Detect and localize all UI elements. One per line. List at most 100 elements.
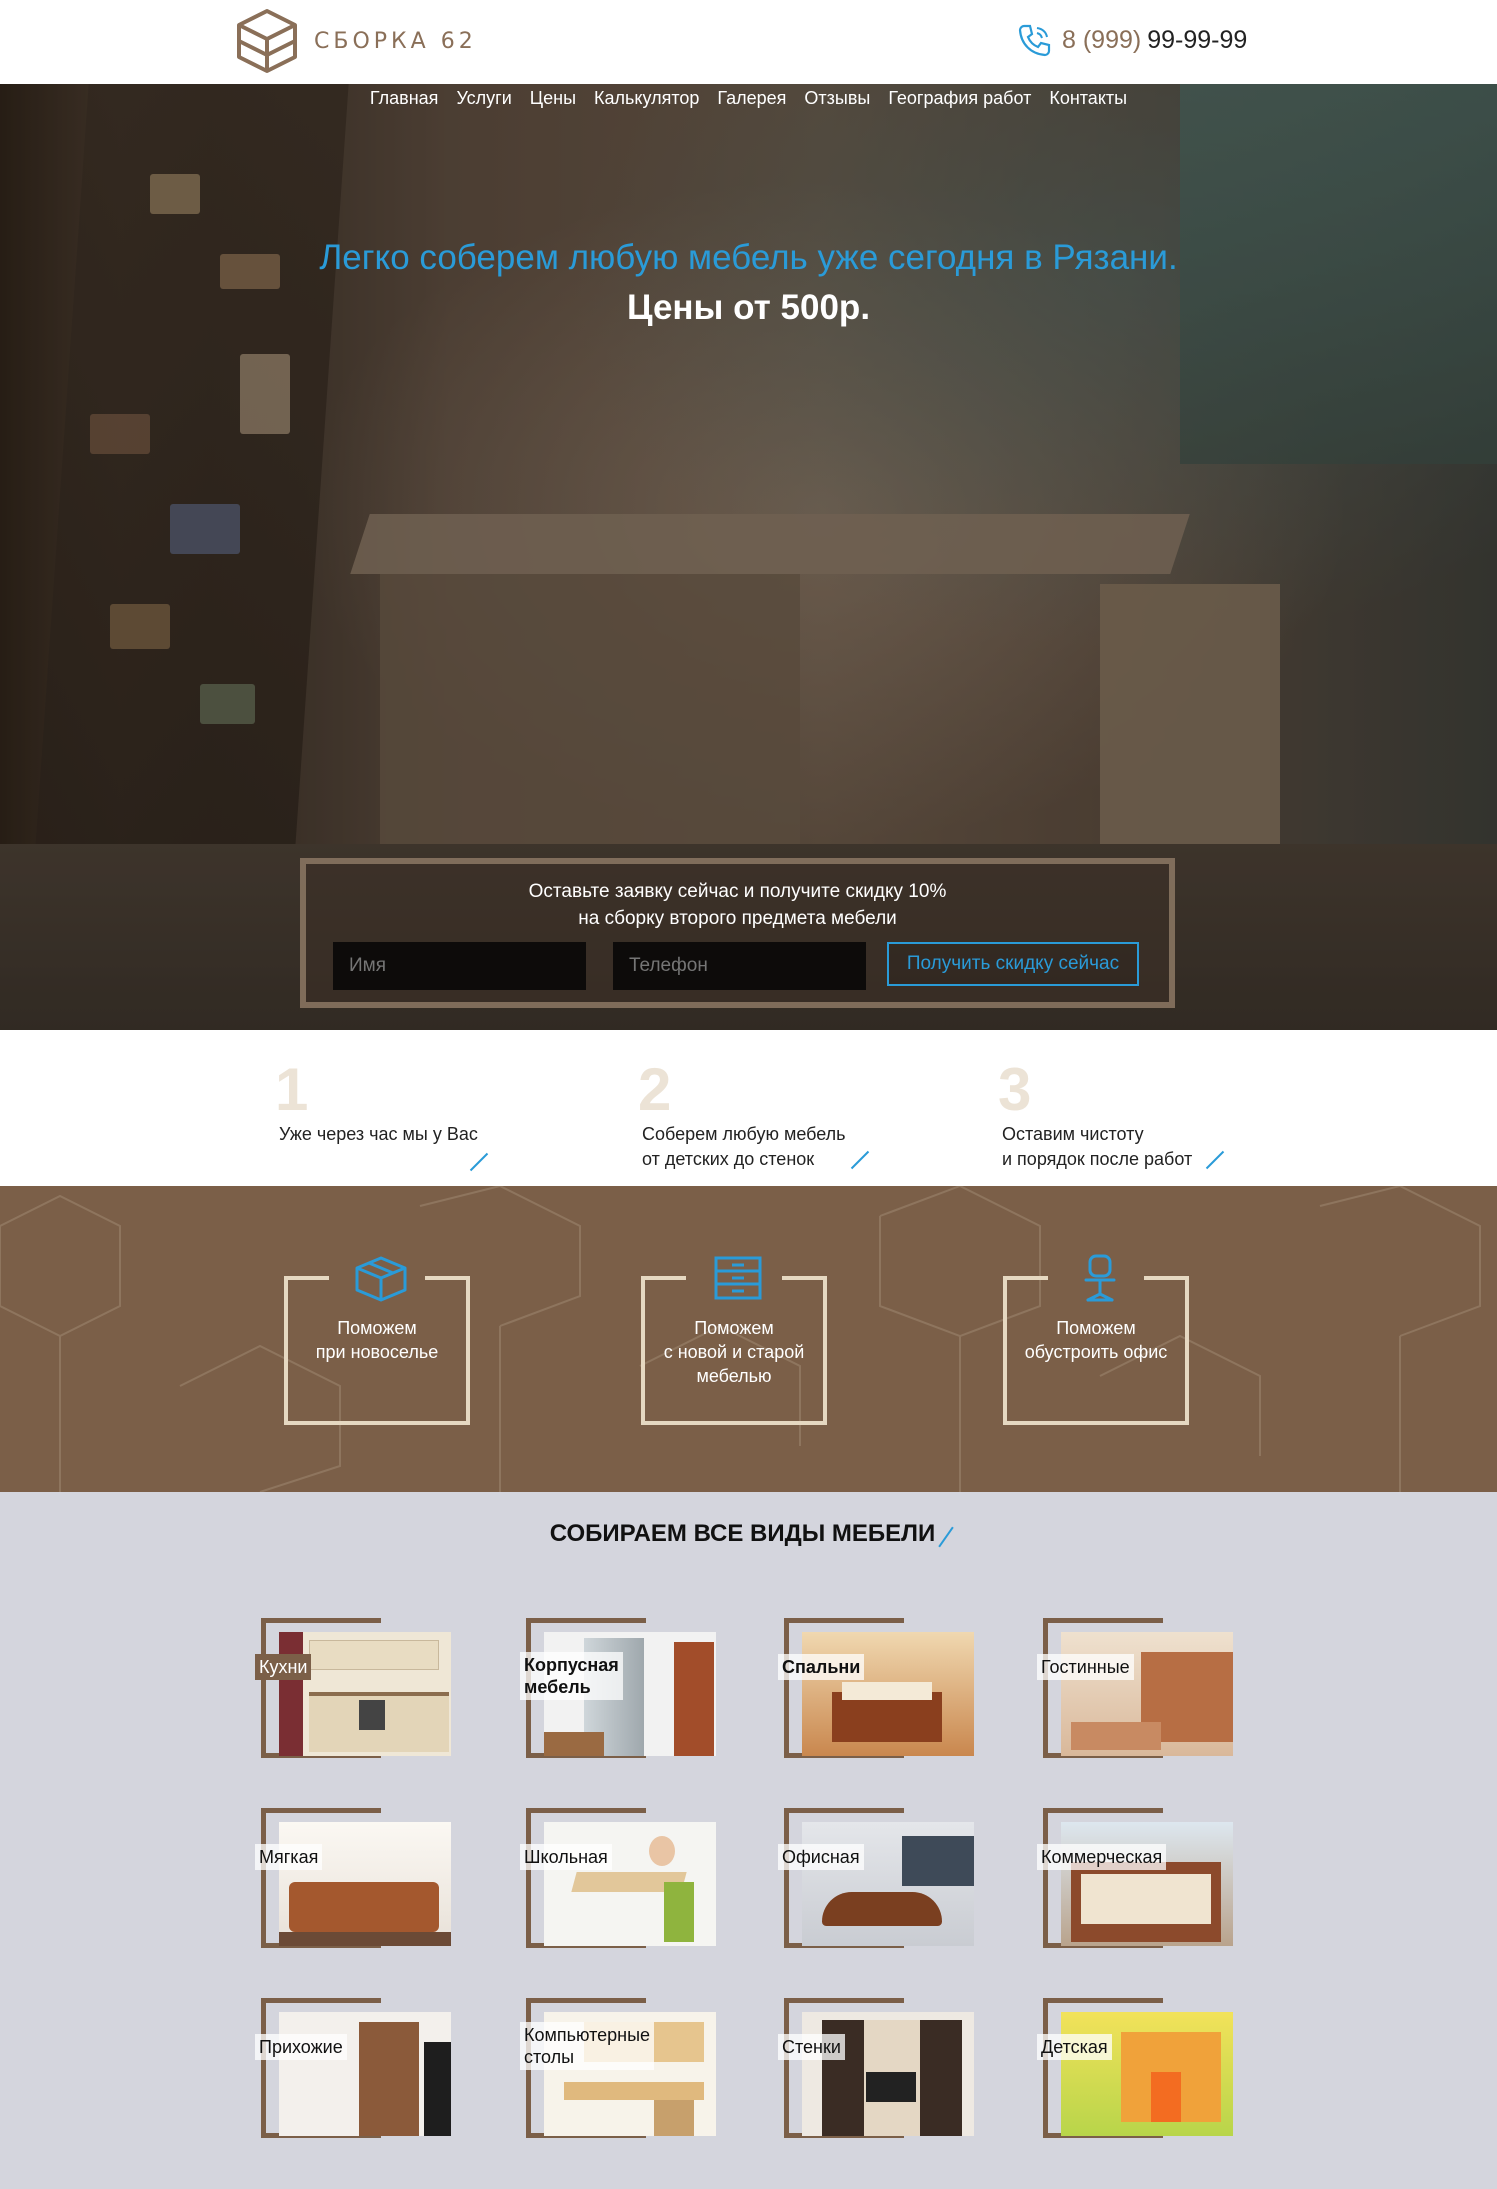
step-text: Соберем любую мебель от детских до стено… <box>642 1122 846 1172</box>
furniture-card-office[interactable]: Офисная <box>778 1808 984 1948</box>
card-label: Прихожие <box>255 2034 347 2060</box>
frame-corner <box>1003 1276 1048 1280</box>
frame-corner <box>1144 1276 1189 1280</box>
section-title: СОБИРАЕМ ВСЕ ВИДЫ МЕБЕЛИ <box>0 1520 1497 1549</box>
furniture-card-cabinet[interactable]: Корпусная мебель <box>520 1618 726 1758</box>
name-input[interactable] <box>333 942 586 990</box>
help-card-furniture[interactable]: Поможем с новой и старой мебелью <box>641 1256 827 1425</box>
card-label-line: Корпусная <box>524 1655 619 1675</box>
nav-item-services[interactable]: Услуги <box>447 88 520 109</box>
furniture-card-kids[interactable]: Детская <box>1037 1998 1243 2138</box>
card-label-line: Стенки <box>782 2037 841 2057</box>
phone-input[interactable] <box>613 942 866 990</box>
help-line: Поможем <box>1056 1318 1136 1338</box>
dresser-icon <box>714 1256 762 1300</box>
card-label-line: Мягкая <box>259 1847 319 1867</box>
phone-code: 8 (999) <box>1062 25 1142 54</box>
help-text: Поможем обустроить офис <box>1007 1316 1185 1364</box>
furniture-card-computer-desks[interactable]: Компьютерные столы <box>520 1998 726 2138</box>
nav-item-calculator[interactable]: Калькулятор <box>585 88 708 109</box>
kitchen-photo <box>279 1632 451 1756</box>
help-line: с новой и старой <box>663 1342 805 1362</box>
furniture-card-upholstered[interactable]: Мягкая <box>255 1808 461 1948</box>
living-room-photo <box>1061 1632 1233 1756</box>
help-text: Поможем при новоселье <box>288 1316 466 1364</box>
site-header: СБОРКА 62 8 (999) 99-99-99 <box>0 0 1497 84</box>
help-section: Поможем при новоселье Поможем с новой и … <box>0 1186 1497 1492</box>
card-label-line: Школьная <box>524 1847 608 1867</box>
card-label: Кухни <box>255 1654 312 1680</box>
help-card-housewarming[interactable]: Поможем при новоселье <box>284 1256 470 1425</box>
card-label-line: столы <box>524 2047 575 2067</box>
get-discount-button[interactable]: Получить скидку сейчас <box>887 942 1139 986</box>
furniture-card-commercial[interactable]: Коммерческая <box>1037 1808 1243 1948</box>
frame-corner <box>782 1276 827 1280</box>
nav-item-gallery[interactable]: Галерея <box>708 88 795 109</box>
discount-form: Оставьте заявку сейчас и получите скидку… <box>300 858 1175 1008</box>
step-line: Соберем любую мебель <box>642 1124 846 1144</box>
steps-section: 1 Уже через час мы у Вас 2 Соберем любую… <box>0 1030 1497 1186</box>
hero-title: Легко соберем любую мебель уже сегодня в… <box>319 238 1178 277</box>
step-line: и порядок после работ <box>1002 1149 1193 1169</box>
step-number: 2 <box>638 1056 672 1123</box>
step-line: от детских до стенок <box>642 1149 815 1169</box>
furniture-card-living-rooms[interactable]: Гостинные <box>1037 1618 1243 1758</box>
help-line: Поможем <box>694 1318 774 1338</box>
card-label: Гостинные <box>1037 1654 1134 1680</box>
help-line: мебелью <box>696 1366 772 1386</box>
wall-unit-photo <box>802 2012 974 2136</box>
section-title-text: СОБИРАЕМ ВСЕ ВИДЫ МЕБЕЛИ <box>549 1520 936 1547</box>
frame-corner <box>641 1276 686 1280</box>
card-label-line: Спальни <box>782 1657 861 1677</box>
form-line-1: Оставьте заявку сейчас и получите скидку… <box>528 881 947 902</box>
card-label-line: Коммерческая <box>1041 1847 1163 1867</box>
frame-corner <box>284 1276 329 1280</box>
box-logo-icon <box>237 9 297 73</box>
step-accent <box>469 1152 489 1172</box>
step-accent <box>1205 1150 1225 1170</box>
furniture-card-wall-units[interactable]: Стенки <box>778 1998 984 2138</box>
title-accent <box>938 1526 954 1548</box>
sofa-photo <box>279 1822 451 1946</box>
card-label-line: Кухни <box>259 1657 308 1677</box>
card-label-line: мебель <box>524 1677 591 1697</box>
help-line: Поможем <box>337 1318 417 1338</box>
brand-name: СБОРКА 62 <box>314 28 477 54</box>
nav-item-home[interactable]: Главная <box>361 88 448 109</box>
furniture-card-bedrooms[interactable]: Спальни <box>778 1618 984 1758</box>
card-label-line: Офисная <box>782 1847 860 1867</box>
step-accent <box>850 1150 870 1170</box>
help-card-office[interactable]: Поможем обустроить офис <box>1003 1254 1189 1425</box>
card-label-line: Прихожие <box>259 2037 343 2057</box>
furniture-card-kitchens[interactable]: Кухни <box>255 1618 461 1758</box>
nav-item-geography[interactable]: География работ <box>879 88 1040 109</box>
commercial-photo <box>1061 1822 1233 1946</box>
nav-item-prices[interactable]: Цены <box>521 88 585 109</box>
furniture-card-school[interactable]: Школьная <box>520 1808 726 1948</box>
phone-link[interactable]: 8 (999) 99-99-99 <box>1016 22 1247 58</box>
form-description: Оставьте заявку сейчас и получите скидку… <box>306 878 1169 932</box>
card-label: Офисная <box>778 1844 864 1870</box>
nav-item-reviews[interactable]: Отзывы <box>795 88 879 109</box>
card-label-line: Компьютерные <box>524 2025 651 2045</box>
card-label: Корпусная мебель <box>520 1652 623 1700</box>
box-icon <box>355 1256 407 1302</box>
phone-number: 99-99-99 <box>1147 25 1248 54</box>
hallway-photo <box>279 2012 451 2136</box>
furniture-card-hallways[interactable]: Прихожие <box>255 1998 461 2138</box>
frame-corner <box>425 1276 470 1280</box>
card-label: Коммерческая <box>1037 1844 1167 1870</box>
help-line: при новоселье <box>315 1342 439 1362</box>
school-desk-photo <box>544 1822 716 1946</box>
card-label-line: Детская <box>1041 2037 1108 2057</box>
nav-item-contacts[interactable]: Контакты <box>1040 88 1136 109</box>
card-label: Спальни <box>778 1654 865 1680</box>
card-label: Стенки <box>778 2034 845 2060</box>
logo[interactable]: СБОРКА 62 <box>236 8 477 74</box>
step-text: Уже через час мы у Вас <box>279 1122 478 1147</box>
help-text: Поможем с новой и старой мебелью <box>645 1316 823 1388</box>
hero-price: Цены от 500р. <box>626 288 871 327</box>
card-label: Мягкая <box>255 1844 323 1870</box>
step-number: 3 <box>998 1056 1032 1123</box>
furniture-types-section: СОБИРАЕМ ВСЕ ВИДЫ МЕБЕЛИ Кухни Корпусная… <box>0 1492 1497 2189</box>
